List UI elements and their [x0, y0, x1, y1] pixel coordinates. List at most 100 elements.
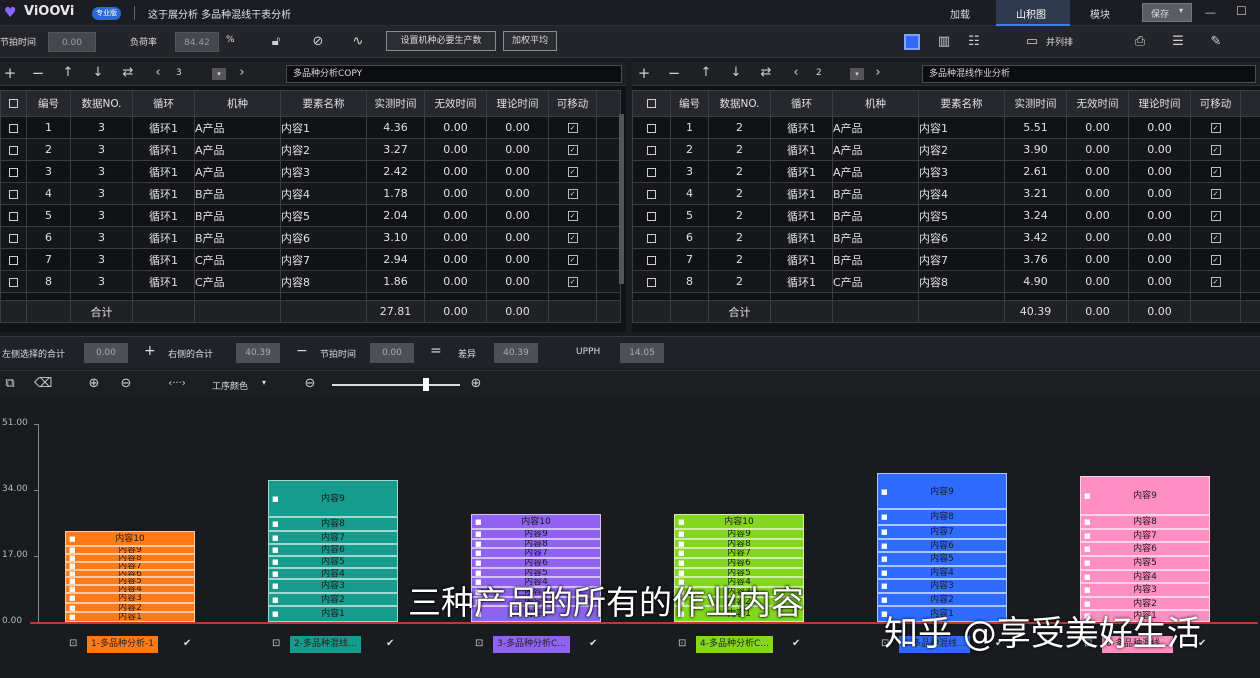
minimize-icon[interactable]: — [1205, 6, 1216, 19]
menu-icon[interactable]: ☰ [1168, 32, 1188, 52]
table-cell[interactable]: 0.00 [1128, 226, 1191, 249]
table-row[interactable]: 3 2 循环1 A产品 内容3 2.61 0.00 0.00 ✓ [632, 160, 1260, 183]
wave-icon[interactable]: ∿ [348, 32, 368, 52]
stack-name-label[interactable]: 3-多品种分析C... [493, 636, 570, 653]
row-checkbox[interactable] [0, 182, 27, 205]
move-down-icon[interactable]: ↓ [728, 63, 744, 83]
stack-block[interactable]: ■ 内容6 [877, 538, 1007, 553]
table-cell[interactable]: 循环1 [770, 116, 833, 139]
table-cell[interactable]: 2.04 [366, 204, 425, 227]
table-cell[interactable]: 3 [70, 226, 133, 249]
table-cell[interactable]: 7 [26, 248, 71, 271]
table-cell[interactable]: 3 [70, 270, 133, 293]
movable-checkbox[interactable]: ✓ [548, 270, 597, 293]
movable-checkbox[interactable]: ✓ [548, 204, 597, 227]
stack-check-icon[interactable]: ✔ [589, 638, 597, 649]
stack-block[interactable]: ■ 内容10 [65, 530, 195, 547]
list-icon[interactable]: ☷ [964, 32, 984, 52]
save-button[interactable]: 保存 ▾ [1142, 3, 1192, 22]
stack-block[interactable]: ■ 内容7 [268, 530, 398, 545]
print-icon[interactable]: ⎙ [1130, 32, 1150, 52]
stack-name-label[interactable]: 2-多品种混线... [290, 636, 361, 653]
table-cell[interactable]: 2 [708, 270, 771, 293]
row-checkbox[interactable] [632, 226, 671, 249]
table-row[interactable]: 1 3 循环1 A产品 内容1 4.36 0.00 0.00 ✓ [0, 116, 621, 139]
table-row[interactable]: 2 3 循环1 A产品 内容2 3.27 0.00 0.00 ✓ [0, 138, 621, 161]
table-cell[interactable]: 循环1 [132, 116, 195, 139]
row-checkbox[interactable] [632, 160, 671, 183]
column-header[interactable]: 循环 [770, 90, 833, 117]
table-cell[interactable]: 0.00 [1066, 182, 1129, 205]
table-cell[interactable]: 内容3 [280, 160, 367, 183]
column-header[interactable]: 无效时间 [1066, 90, 1129, 117]
stack-block[interactable]: ■ 内容7 [471, 548, 601, 558]
stack-block[interactable]: ■ 内容1 [65, 612, 195, 622]
move-down-icon[interactable]: ↓ [90, 63, 106, 83]
stack-block[interactable]: ■ 内容10 [471, 514, 601, 529]
movable-checkbox[interactable]: ✓ [1190, 248, 1241, 271]
row-checkbox[interactable] [632, 116, 671, 139]
table-row[interactable]: 4 3 循环1 B产品 内容4 1.78 0.00 0.00 ✓ [0, 182, 621, 205]
table-cell[interactable]: B产品 [194, 182, 281, 205]
set-required-quantity-button[interactable]: 设置机种必要生产数 [386, 31, 496, 51]
table-cell[interactable]: 3 [70, 160, 133, 183]
table-cell[interactable]: 3.90 [1004, 138, 1067, 161]
table-cell[interactable]: 0.00 [1128, 138, 1191, 161]
table-cell[interactable]: 内容6 [918, 226, 1005, 249]
table-cell[interactable]: A产品 [194, 116, 281, 139]
stack-block[interactable]: ■ 内容8 [268, 517, 398, 531]
table-cell[interactable]: 循环1 [132, 182, 195, 205]
table-cell[interactable]: 2.61 [1004, 160, 1067, 183]
table-cell[interactable]: 2 [708, 138, 771, 161]
row-checkbox[interactable] [0, 248, 27, 271]
row-checkbox[interactable] [0, 226, 27, 249]
add-row-icon[interactable]: + [636, 63, 652, 83]
clear-icon[interactable]: ⊘ [308, 32, 328, 52]
table-cell[interactable]: 4 [26, 182, 71, 205]
table-cell[interactable]: 0.00 [1066, 248, 1129, 271]
table-cell[interactable]: 0.00 [1128, 116, 1191, 139]
table-cell[interactable]: 4.90 [1004, 270, 1067, 293]
stack-block[interactable]: ■ 内容4 [268, 567, 398, 580]
nav-load[interactable]: 加载 [950, 6, 970, 21]
table-cell[interactable]: 内容8 [280, 270, 367, 293]
table-cell[interactable]: 2 [708, 182, 771, 205]
bar-chart-icon[interactable]: ▥ [934, 32, 954, 52]
table-cell[interactable]: 2 [708, 204, 771, 227]
table-cell[interactable]: 3.27 [366, 138, 425, 161]
table-cell[interactable]: 2 [26, 138, 71, 161]
table-cell[interactable]: 3.76 [1004, 248, 1067, 271]
screen-icon[interactable]: ▭ [1022, 32, 1042, 52]
copy-icon[interactable]: ⧉ [2, 374, 18, 394]
table-cell[interactable]: 0.00 [424, 204, 487, 227]
layout-single-icon[interactable] [904, 34, 920, 50]
movable-checkbox[interactable]: ✓ [1190, 138, 1241, 161]
remove-row-icon[interactable]: − [666, 63, 682, 83]
table-cell[interactable]: 0.00 [1128, 204, 1191, 227]
stack-block[interactable]: ■ 内容7 [1080, 528, 1210, 543]
table-cell[interactable]: 内容3 [918, 160, 1005, 183]
move-up-icon[interactable]: ↑ [698, 63, 714, 83]
table-cell[interactable]: 内容7 [280, 248, 367, 271]
table-cell[interactable]: 1 [26, 116, 71, 139]
stack-block[interactable]: ■ 内容3 [1080, 583, 1210, 597]
nav-yamazumi-tab[interactable]: 山积图 [996, 0, 1070, 26]
table-cell[interactable]: 5.51 [1004, 116, 1067, 139]
add-row-icon[interactable]: + [2, 63, 18, 83]
column-header[interactable]: 实测时间 [1004, 90, 1067, 117]
zoom-out-icon[interactable]: ⊖ [302, 374, 318, 394]
table-cell[interactable]: 2 [708, 226, 771, 249]
table-cell[interactable]: 循环1 [770, 226, 833, 249]
row-checkbox[interactable] [632, 138, 671, 161]
weighted-average-button[interactable]: 加权平均 [503, 31, 557, 51]
table-cell[interactable]: 0.00 [486, 160, 549, 183]
table-cell[interactable]: 0.00 [486, 270, 549, 293]
movable-checkbox[interactable]: ✓ [1190, 160, 1241, 183]
column-header[interactable]: 编号 [26, 90, 71, 117]
table-cell[interactable]: 3 [70, 116, 133, 139]
table-cell[interactable]: 循环1 [770, 270, 833, 293]
stack-block[interactable]: ■ 内容9 [65, 546, 195, 555]
chevron-down-icon[interactable]: ▾ [262, 378, 266, 387]
table-cell[interactable]: C产品 [832, 270, 919, 293]
table-row[interactable]: 7 2 循环1 B产品 内容7 3.76 0.00 0.00 ✓ [632, 248, 1260, 271]
